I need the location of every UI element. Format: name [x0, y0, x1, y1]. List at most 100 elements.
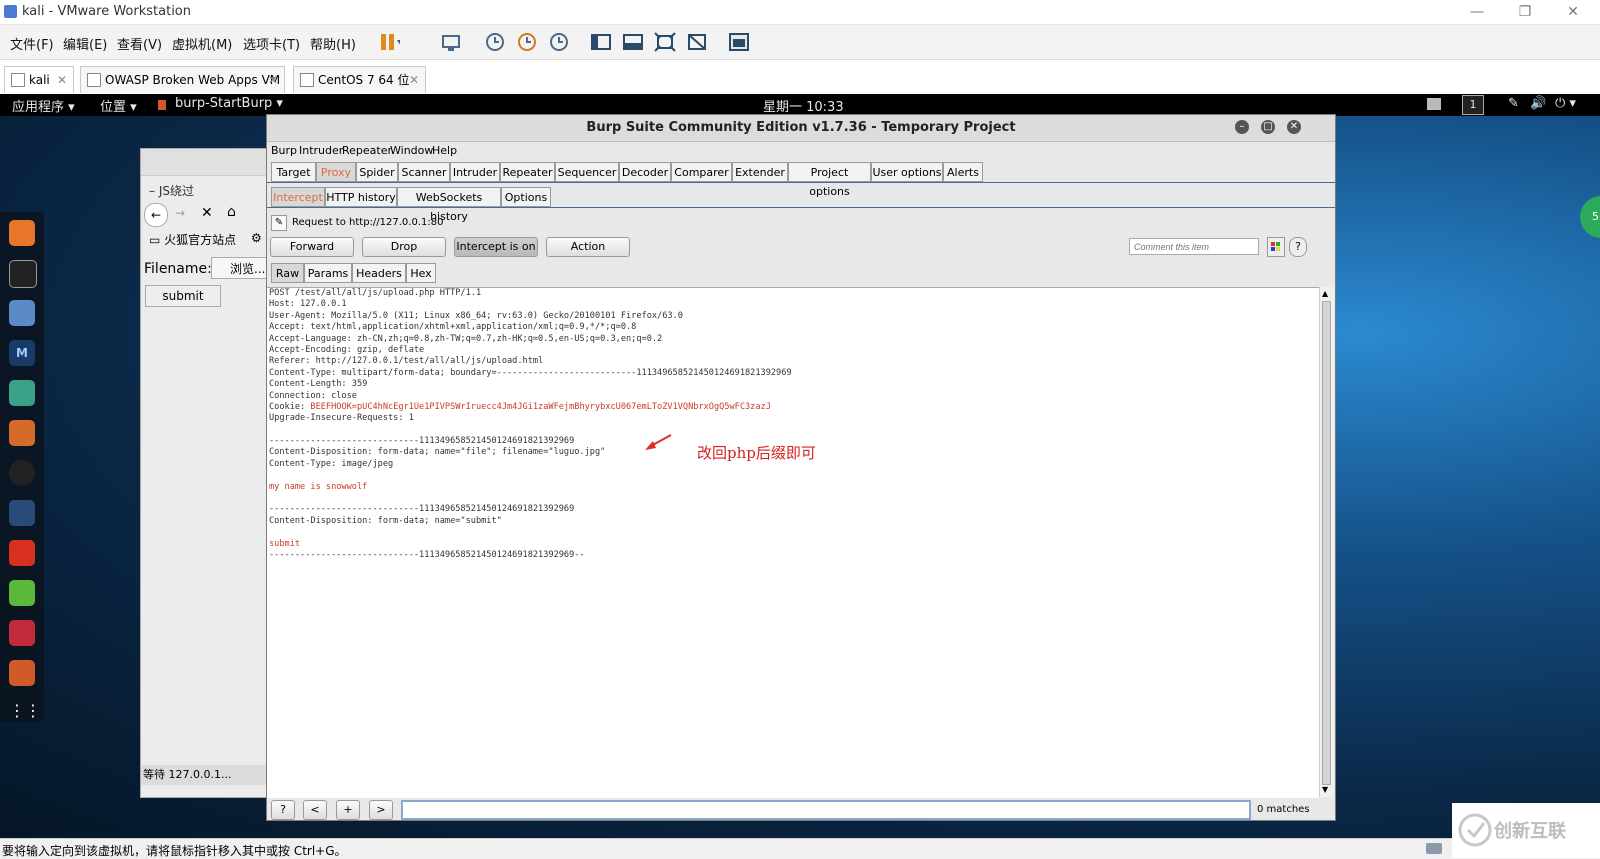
search-next-button[interactable]: > [369, 800, 393, 820]
back-icon[interactable]: ← [144, 203, 168, 227]
menu-window[interactable]: Window [390, 144, 433, 157]
forward-button[interactable]: Forward [270, 237, 354, 257]
tab-raw[interactable]: Raw [271, 263, 304, 283]
menu-view[interactable]: 查看(V) [117, 34, 162, 53]
tab-decoder[interactable]: Decoder [619, 162, 671, 182]
close-icon[interactable]: ✕ [1287, 120, 1301, 134]
tab-comparer[interactable]: Comparer [671, 162, 732, 182]
tab-centos[interactable]: CentOS 7 64 位 ✕ [293, 66, 426, 93]
firefox-icon[interactable] [9, 220, 35, 246]
tab-project-options[interactable]: Project options [788, 162, 871, 198]
intercept-toggle-button[interactable]: Intercept is on [454, 237, 538, 257]
maltego-icon[interactable] [9, 460, 35, 486]
maximize-icon[interactable]: □ [1261, 120, 1275, 134]
tab-http-history[interactable]: HTTP history [325, 187, 397, 207]
leafpad-icon[interactable] [9, 580, 35, 606]
browse-button[interactable]: 浏览... [211, 257, 271, 279]
minimize-icon[interactable]: – [1235, 120, 1249, 134]
search-help-button[interactable]: ? [271, 800, 295, 820]
power-icon[interactable]: ⏻ ▾ [1555, 96, 1576, 111]
forward-icon[interactable]: → [175, 206, 185, 220]
tab-intercept[interactable]: Intercept [271, 187, 325, 207]
hard-disk-icon[interactable] [1426, 843, 1442, 854]
tab-hex[interactable]: Hex [406, 263, 436, 283]
menu-intruder[interactable]: Intruder [299, 144, 343, 157]
tab-scanner[interactable]: Scanner [398, 162, 450, 182]
faraday-icon[interactable] [9, 540, 35, 566]
snapshot-manager-icon[interactable] [548, 31, 570, 53]
menu-vm[interactable]: 虚拟机(M) [172, 34, 232, 53]
tab-kali[interactable]: kali ✕ [4, 66, 74, 93]
submit-button[interactable]: submit [145, 285, 221, 307]
tab-extender[interactable]: Extender [732, 162, 788, 182]
search-add-button[interactable]: + [336, 800, 360, 820]
menu-file[interactable]: 文件(F) [10, 34, 54, 53]
gear-icon[interactable]: ⚙ [251, 231, 262, 245]
armitage-icon[interactable] [9, 380, 35, 406]
clock[interactable]: 星期一 10:33 [763, 96, 844, 115]
help-icon[interactable]: ? [1289, 237, 1307, 257]
current-app-menu[interactable]: burp-StartBurp ▾ [175, 96, 283, 111]
burp-icon[interactable] [9, 420, 35, 446]
library-view-icon[interactable] [728, 31, 750, 53]
close-icon[interactable]: ✕ [1558, 2, 1588, 22]
sidebar-toggle-icon[interactable] [590, 31, 612, 53]
menu-help[interactable]: 帮助(H) [310, 34, 356, 53]
beef-icon[interactable] [9, 500, 35, 526]
places-menu[interactable]: 位置 ▾ [100, 96, 137, 115]
highlight-color-icon[interactable] [1267, 237, 1285, 257]
close-tab-icon[interactable]: ✕ [409, 67, 419, 93]
tab-alerts[interactable]: Alerts [943, 162, 983, 182]
menu-repeater[interactable]: Repeater [342, 144, 392, 157]
pause-icon[interactable] [378, 31, 402, 53]
fullscreen-icon[interactable] [654, 31, 676, 53]
unity-icon[interactable] [686, 31, 708, 53]
tab-headers[interactable]: Headers [352, 263, 406, 283]
search-input[interactable] [401, 800, 1251, 820]
send-keys-icon[interactable] [440, 31, 462, 53]
action-button[interactable]: Action [546, 237, 630, 257]
menu-edit[interactable]: 编辑(E) [63, 34, 107, 53]
home-icon[interactable]: ⌂ [227, 204, 236, 220]
pen-icon[interactable]: ✎ [1508, 96, 1519, 111]
snapshot-icon[interactable] [484, 31, 506, 53]
scroll-down-icon[interactable]: ▼ [1322, 785, 1331, 794]
scrollbar-thumb[interactable] [1322, 301, 1331, 785]
tab-owasp[interactable]: OWASP Broken Web Apps VM v... ✕ [80, 66, 285, 113]
tab-spider[interactable]: Spider [356, 162, 398, 182]
tab-sequencer[interactable]: Sequencer [555, 162, 619, 182]
console-view-icon[interactable] [622, 31, 644, 53]
tab-params[interactable]: Params [304, 263, 352, 283]
revert-snapshot-icon[interactable] [516, 31, 538, 53]
minimize-icon[interactable]: — [1462, 2, 1492, 22]
tab-user-options[interactable]: User options [871, 162, 943, 182]
metasploit-icon[interactable]: M [9, 340, 35, 366]
cherrytree-icon[interactable] [9, 620, 35, 646]
restore-icon[interactable]: ❐ [1510, 2, 1540, 22]
vm-guest-screen[interactable]: 应用程序 ▾ 位置 ▾ burp-StartBurp ▾ 星期一 10:33 1… [0, 94, 1600, 838]
files-icon[interactable] [9, 300, 35, 326]
menu-help[interactable]: Help [432, 144, 457, 157]
bookmark-item[interactable]: ▭ 火狐官方站点 [149, 231, 236, 248]
scroll-up-icon[interactable]: ▲ [1322, 289, 1331, 298]
tab-options[interactable]: Options [501, 187, 551, 207]
close-tab-icon[interactable]: ✕ [268, 67, 278, 93]
terminal-icon[interactable] [9, 260, 37, 288]
app-grid-icon[interactable]: ⋮⋮ [9, 700, 41, 726]
tab-websockets-history[interactable]: WebSockets history [397, 187, 501, 223]
menu-tabs[interactable]: 选项卡(T) [243, 34, 300, 53]
volume-icon[interactable]: 🔊 [1530, 96, 1546, 111]
editor-scrollbar[interactable]: ▲ ▼ [1319, 287, 1334, 797]
applications-menu[interactable]: 应用程序 ▾ [12, 96, 75, 115]
tab-intruder[interactable]: Intruder [450, 162, 500, 182]
burp-running-icon[interactable] [9, 660, 35, 686]
tab-proxy[interactable]: Proxy [316, 162, 356, 182]
stop-icon[interactable]: ✕ [201, 205, 213, 221]
edit-pencil-icon[interactable]: ✎ [271, 215, 287, 231]
drop-button[interactable]: Drop [362, 237, 446, 257]
close-tab-icon[interactable]: ✕ [57, 67, 67, 93]
request-editor[interactable]: POST /test/all/all/js/upload.php HTTP/1.… [267, 287, 1319, 798]
menu-burp[interactable]: Burp [271, 144, 297, 157]
tab-repeater[interactable]: Repeater [500, 162, 555, 182]
tab-target[interactable]: Target [271, 162, 316, 182]
